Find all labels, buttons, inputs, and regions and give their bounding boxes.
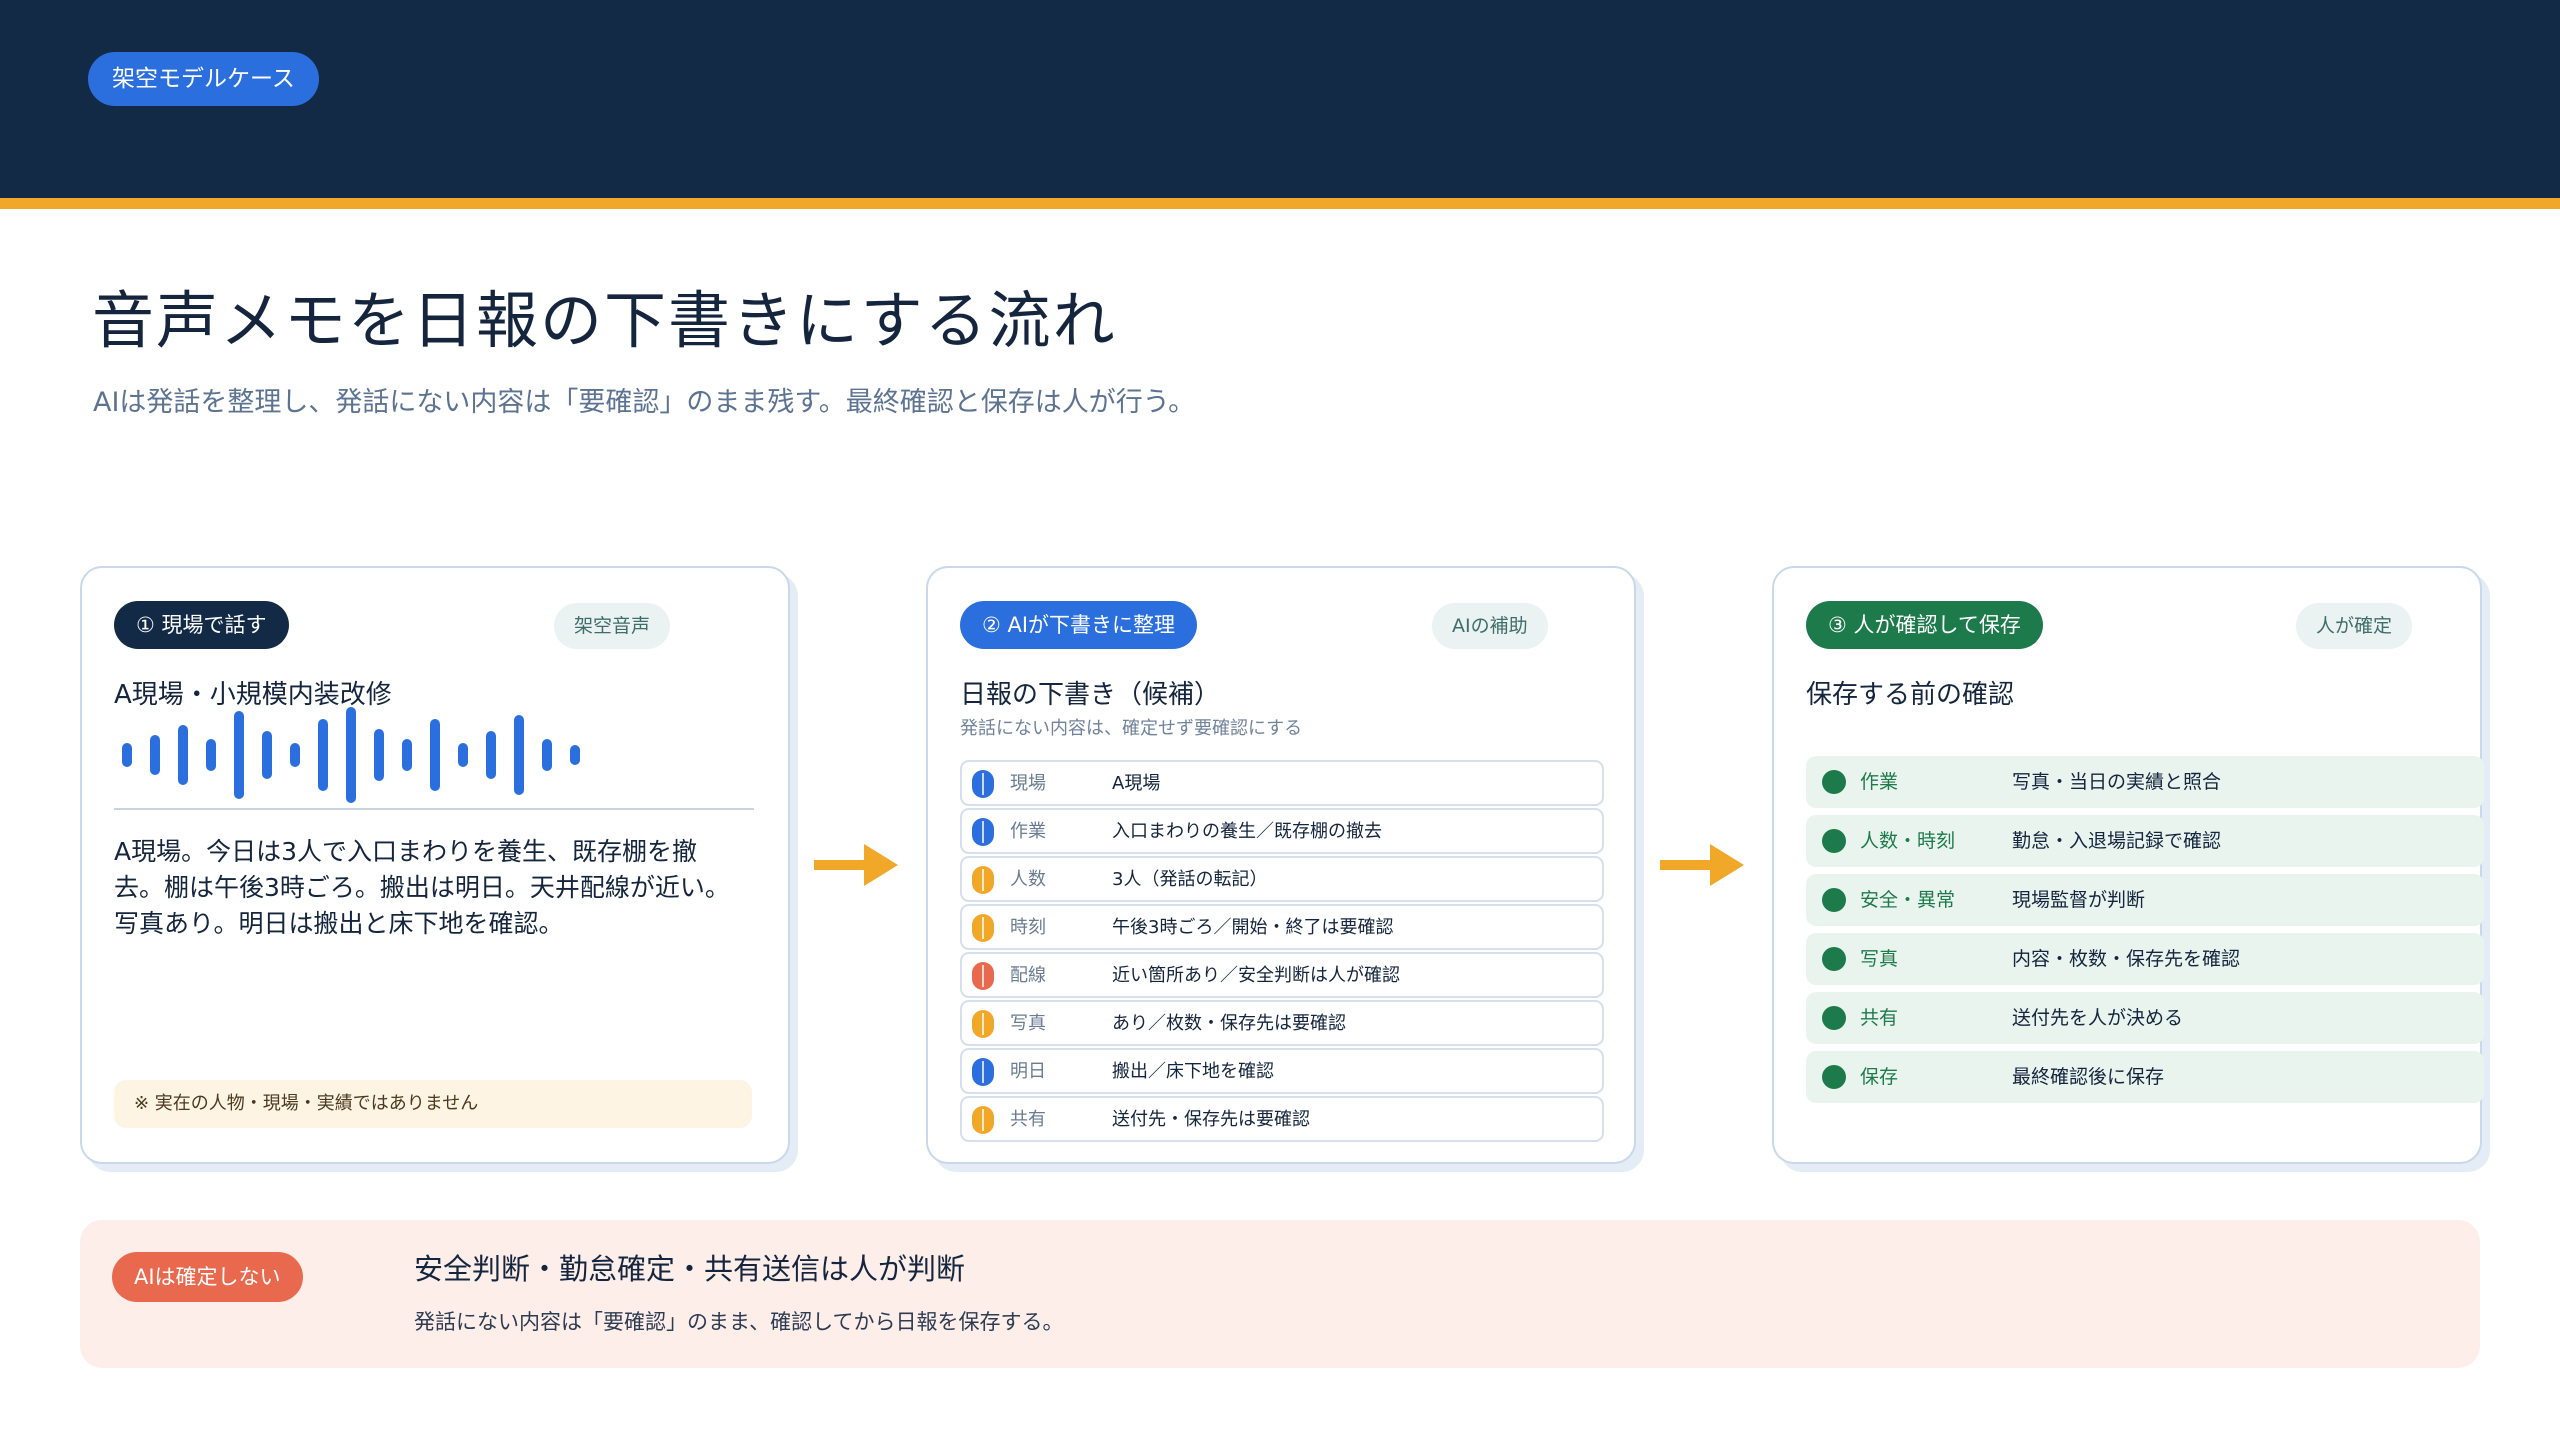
draft-row-value: 入口まわりの養生／既存棚の撤去 (1112, 821, 1382, 842)
check-row-key: 共有 (1860, 1007, 1899, 1029)
waveform-baseline (114, 808, 754, 810)
check-row-value: 勤怠・入退場記録で確認 (2012, 830, 2222, 852)
draft-row-key: 共有 (1010, 1109, 1046, 1130)
draft-row: 現場 A現場 (960, 760, 1604, 806)
status-marker-icon (972, 770, 994, 798)
check-dot-icon (1822, 829, 1846, 853)
draft-row: 共有 送付先・保存先は要確認 (960, 1096, 1604, 1142)
draft-row-key: 明日 (1010, 1061, 1046, 1082)
step2-note: 発話にない内容は、確定せず要確認にする (960, 718, 1303, 739)
fictional-disclaimer: ※ 実在の人物・現場・実績ではありません (114, 1080, 752, 1128)
step2-heading: 日報の下書き（候補） (960, 680, 1221, 710)
step1-tag: 架空音声 (554, 603, 671, 649)
draft-row-key: 人数 (1010, 869, 1046, 890)
check-row: 作業 写真・当日の実績と照合 (1806, 756, 2484, 808)
step3-tag: 人が確定 (2296, 603, 2413, 649)
draft-row-value: 送付先・保存先は要確認 (1112, 1109, 1310, 1130)
header-accent-stripe (0, 198, 2560, 209)
draft-row: 作業 入口まわりの養生／既存棚の撤去 (960, 808, 1604, 854)
header-band (0, 0, 2560, 198)
human-decision-subtitle: 発話にない内容は「要確認」のまま、確認してから日報を保存する。 (414, 1310, 1064, 1334)
check-row: 人数・時刻 勤怠・入退場記録で確認 (1806, 815, 2484, 867)
draft-row: 写真 あり／枚数・保存先は要確認 (960, 1000, 1604, 1046)
arrow-right-icon (1660, 844, 1744, 886)
draft-row-key: 時刻 (1010, 917, 1046, 938)
draft-row-key: 写真 (1010, 1013, 1046, 1034)
draft-row: 人数 3人（発話の転記） (960, 856, 1604, 902)
check-row: 保存 最終確認後に保存 (1806, 1051, 2484, 1103)
step3-label: ③ 人が確認して保存 (1806, 601, 2043, 649)
status-marker-icon (972, 1058, 994, 1086)
check-dot-icon (1822, 1006, 1846, 1030)
step2-tag: AIの補助 (1432, 603, 1548, 649)
case-label-badge: 架空モデルケース (88, 52, 319, 106)
draft-row-key: 配線 (1010, 965, 1046, 986)
step3-card: ③ 人が確認して保存 人が確定 保存する前の確認 作業 写真・当日の実績と照合 … (1772, 566, 2484, 1164)
check-row-value: 送付先を人が決める (2012, 1007, 2184, 1029)
check-list: 作業 写真・当日の実績と照合 人数・時刻 勤怠・入退場記録で確認 安全・異常 現… (1806, 756, 2484, 1110)
check-dot-icon (1822, 1065, 1846, 1089)
check-row-key: 安全・異常 (1860, 889, 1956, 911)
voice-waveform-icon (122, 707, 580, 803)
status-marker-icon (972, 914, 994, 942)
page-subtitle: AIは発話を整理し、発話にない内容は「要確認」のまま残す。最終確認と保存は人が行… (93, 387, 1196, 418)
check-row-key: 保存 (1860, 1066, 1899, 1088)
check-row: 共有 送付先を人が決める (1806, 992, 2484, 1044)
draft-row: 明日 搬出／床下地を確認 (960, 1048, 1604, 1094)
voice-transcript: A現場。今日は3人で入口まわりを養生、既存棚を撤去。棚は午後3時ごろ。搬出は明日… (114, 837, 730, 938)
draft-row-value: 近い箇所あり／安全判断は人が確認 (1112, 965, 1400, 986)
step1-card: ① 現場で話す 架空音声 A現場・小規模内装改修 A現場。今日は3人で入口まわり… (80, 566, 790, 1164)
draft-row-key: 作業 (1010, 821, 1046, 842)
step2-card: ② AIが下書きに整理 AIの補助 日報の下書き（候補） 発話にない内容は、確定… (926, 566, 1636, 1164)
check-row: 安全・異常 現場監督が判断 (1806, 874, 2484, 926)
human-decision-title: 安全判断・勤怠確定・共有送信は人が判断 (414, 1252, 966, 1286)
arrow-right-icon (814, 844, 898, 886)
draft-row-value: 3人（発話の転記） (1112, 869, 1268, 890)
status-marker-icon (972, 1010, 994, 1038)
check-row: 写真 内容・枚数・保存先を確認 (1806, 933, 2484, 985)
check-row-key: 人数・時刻 (1860, 830, 1956, 852)
draft-row-key: 現場 (1010, 773, 1046, 794)
step3-heading: 保存する前の確認 (1806, 680, 2015, 710)
check-row-value: 最終確認後に保存 (2012, 1066, 2165, 1088)
status-marker-icon (972, 866, 994, 894)
status-marker-icon (972, 818, 994, 846)
page-title: 音声メモを日報の下書きにする流れ (92, 284, 1117, 357)
draft-row-value: あり／枚数・保存先は要確認 (1112, 1013, 1346, 1034)
check-row-value: 内容・枚数・保存先を確認 (2012, 948, 2241, 970)
draft-row-value: 搬出／床下地を確認 (1112, 1061, 1274, 1082)
draft-row-value: 午後3時ごろ／開始・終了は要確認 (1112, 917, 1394, 938)
draft-list: 現場 A現場 作業 入口まわりの養生／既存棚の撤去 人数 3人（発話の転記） 時… (960, 760, 1604, 1144)
check-dot-icon (1822, 770, 1846, 794)
check-dot-icon (1822, 888, 1846, 912)
status-marker-icon (972, 1106, 994, 1134)
check-dot-icon (1822, 947, 1846, 971)
step1-label: ① 現場で話す (114, 601, 289, 649)
draft-row-value: A現場 (1112, 773, 1161, 794)
draft-row: 配線 近い箇所あり／安全判断は人が確認 (960, 952, 1604, 998)
step2-label: ② AIが下書きに整理 (960, 601, 1198, 649)
check-row-value: 現場監督が判断 (2012, 889, 2146, 911)
ai-not-final-badge: AIは確定しない (112, 1252, 303, 1302)
draft-row: 時刻 午後3時ごろ／開始・終了は要確認 (960, 904, 1604, 950)
check-row-key: 作業 (1860, 771, 1899, 793)
human-decision-note: AIは確定しない 安全判断・勤怠確定・共有送信は人が判断 発話にない内容は「要確… (80, 1220, 2480, 1368)
status-marker-icon (972, 962, 994, 990)
check-row-value: 写真・当日の実績と照合 (2012, 771, 2222, 793)
check-row-key: 写真 (1860, 948, 1899, 970)
